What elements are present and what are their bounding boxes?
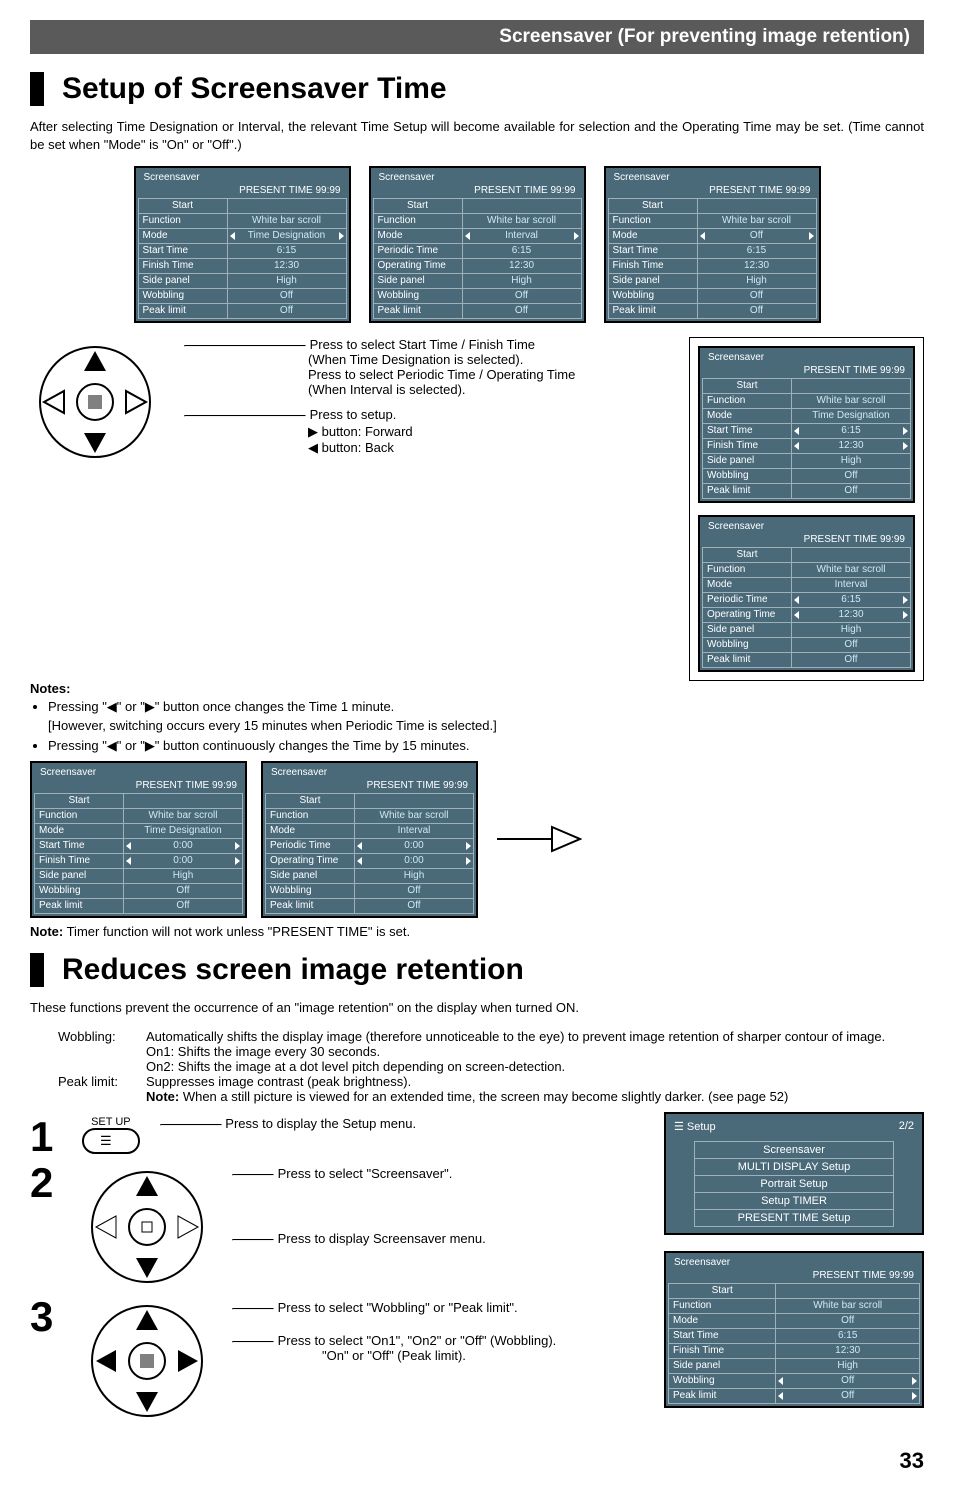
osd-panel-result-int: Screensaver PRESENT TIME 99:99 Start Fun… <box>698 515 915 672</box>
notes-label: Notes: <box>30 681 70 696</box>
step-number-2: 2 <box>30 1162 66 1204</box>
row-side-panel: Side panelHigh <box>138 274 346 289</box>
instr-fwd: ▶ button: Forward <box>308 424 669 440</box>
osd-panel-interval: Screensaver PRESENT TIME 99:99 Start Fun… <box>369 166 586 323</box>
row-wobbling-adjust[interactable]: WobblingOff <box>669 1374 920 1389</box>
setup-item-multi-display[interactable]: MULTI DISPLAY Setup <box>695 1159 893 1176</box>
row-function: FunctionWhite bar scroll <box>138 214 346 229</box>
peak-limit-definition: Peak limit: Suppresses image contrast (p… <box>58 1074 924 1104</box>
wobbling-on1: On1: Shifts the image every 30 seconds. <box>146 1044 380 1059</box>
setup-button-icon: ☰ <box>82 1128 140 1154</box>
intro-paragraph-2: These functions prevent the occurrence o… <box>30 999 924 1017</box>
remote-dpad-icon <box>30 337 160 467</box>
step3-caption-value: Press to select "On1", "On2" or "Off" (W… <box>278 1333 557 1348</box>
step-2: 2 Press to select "Screensaver". Press t… <box>30 1162 644 1292</box>
osd-title: Screensaver <box>138 170 347 185</box>
instr-select-periodic-operating: Press to select Periodic Time / Operatin… <box>308 367 575 382</box>
note-1min: Pressing "◀" or "▶" button once changes … <box>48 698 924 734</box>
step-1: 1 SET UP ☰ Press to display the Setup me… <box>30 1116 644 1158</box>
note-15min: Pressing "◀" or "▶" button continuously … <box>48 737 924 755</box>
step-number-1: 1 <box>30 1116 66 1158</box>
setup-menu-page: 2/2 <box>899 1120 914 1133</box>
timer-note: Note: Timer function will not work unles… <box>30 924 924 939</box>
osd-panel-td-zero: Screensaver PRESENT TIME 99:99 Start Fun… <box>30 761 247 918</box>
row-wobbling: WobblingOff <box>138 289 346 304</box>
setup-menu-panel: ☰ Setup 2/2 Screensaver MULTI DISPLAY Se… <box>664 1112 924 1235</box>
osd-panel-row-mid: Screensaver PRESENT TIME 99:99 Start Fun… <box>30 761 924 918</box>
wobbling-definition: Wobbling: Automatically shifts the displ… <box>58 1029 924 1074</box>
row-peak-limit: Peak limitOff <box>138 304 346 319</box>
instr-select-periodic-operating-cond: (When Interval is selected). <box>308 382 466 397</box>
flow-arrow-icon <box>492 809 582 869</box>
instr-setup: Press to setup. <box>310 407 397 422</box>
setup-menu-title: Setup <box>687 1121 716 1133</box>
step3-caption-value2: "On" or "Off" (Peak limit). <box>322 1348 466 1363</box>
intro-paragraph-1: After selecting Time Designation or Inte… <box>30 118 924 154</box>
instr-back: ◀ button: Back <box>308 440 669 456</box>
notes-list: Pressing "◀" or "▶" button once changes … <box>48 698 924 755</box>
row-peak-limit-adjust[interactable]: Peak limitOff <box>669 1389 920 1404</box>
osd-panel-int-zero: Screensaver PRESENT TIME 99:99 Start Fun… <box>261 761 478 918</box>
section-banner: Screensaver (For preventing image retent… <box>30 20 924 54</box>
osd-panel-off: Screensaver PRESENT TIME 99:99 Start Fun… <box>604 166 821 323</box>
step2-caption-select: Press to select "Screensaver". <box>278 1166 453 1181</box>
setup-item-portrait[interactable]: Portrait Setup <box>695 1176 893 1193</box>
step1-caption: Press to display the Setup menu. <box>225 1116 416 1131</box>
osd-panel-time-designation: Screensaver PRESENT TIME 99:99 Start Fun… <box>134 166 351 323</box>
instr-select-start-finish-cond: (When Time Designation is selected). <box>308 352 523 367</box>
row-start[interactable]: Start <box>373 199 581 214</box>
result-panels-box: Screensaver PRESENT TIME 99:99 Start Fun… <box>689 337 924 681</box>
row-start[interactable]: Start <box>138 199 346 214</box>
row-finish-time: Finish Time12:30 <box>138 259 346 274</box>
step-3: 3 Press to select "Wobbling" or "Peak li… <box>30 1296 644 1426</box>
wobbling-on2: On2: Shifts the image at a dot level pit… <box>146 1059 565 1074</box>
page-title-2: Reduces screen image retention <box>30 953 924 987</box>
step-number-3: 3 <box>30 1296 66 1338</box>
row-mode[interactable]: ModeTime Designation <box>138 229 346 244</box>
osd-panel-result-td: Screensaver PRESENT TIME 99:99 Start Fun… <box>698 346 915 503</box>
setup-item-timer[interactable]: Setup TIMER <box>695 1193 893 1210</box>
remote-dpad-icon <box>82 1296 212 1426</box>
instr-select-start-finish: Press to select Start Time / Finish Time <box>310 337 535 352</box>
page-title-1: Setup of Screensaver Time <box>30 72 924 106</box>
step2-caption-display: Press to display Screensaver menu. <box>278 1231 486 1246</box>
osd-present-time: PRESENT TIME 99:99 <box>138 185 347 198</box>
setup-key-label: SET UP <box>82 1116 140 1128</box>
setup-item-present-time[interactable]: PRESENT TIME Setup <box>695 1210 893 1226</box>
osd-panel-bottom: Screensaver PRESENT TIME 99:99 Start Fun… <box>664 1251 924 1408</box>
page-number: 33 <box>30 1448 924 1474</box>
setup-item-screensaver[interactable]: Screensaver <box>695 1142 893 1159</box>
remote-dpad-icon <box>82 1162 212 1292</box>
row-start-time: Start Time6:15 <box>138 244 346 259</box>
step3-caption-select: Press to select "Wobbling" or "Peak limi… <box>278 1300 518 1315</box>
osd-panel-row-top: Screensaver PRESENT TIME 99:99 Start Fun… <box>30 166 924 323</box>
